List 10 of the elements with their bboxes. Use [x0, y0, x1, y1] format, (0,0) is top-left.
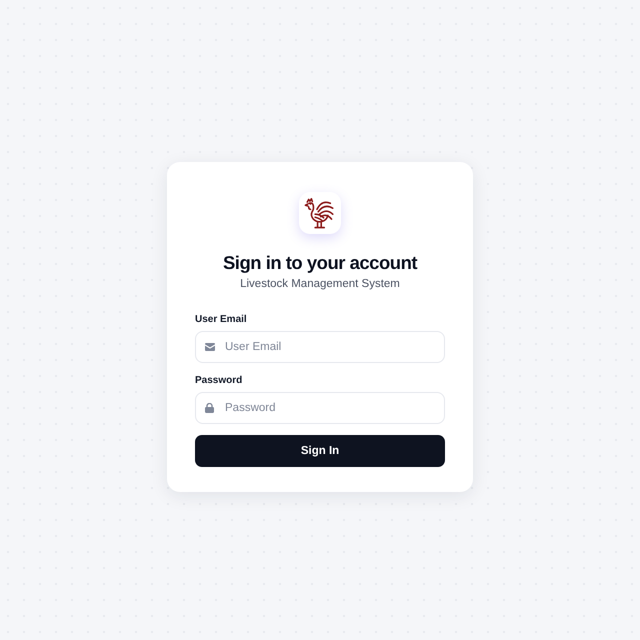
lock-icon: [205, 403, 214, 414]
form-subtitle: Livestock Management System: [239, 276, 401, 292]
password-field[interactable]: Password: [195, 392, 445, 424]
rooster-icon: [299, 192, 341, 234]
email-field[interactable]: User Email: [195, 331, 445, 364]
envelope-icon: [205, 343, 215, 352]
field-label: Password: [195, 374, 242, 388]
field-label: User Email: [195, 313, 247, 328]
sign-in-button[interactable]: Sign In: [195, 435, 445, 468]
form-title: Sign in to your account: [222, 250, 418, 274]
